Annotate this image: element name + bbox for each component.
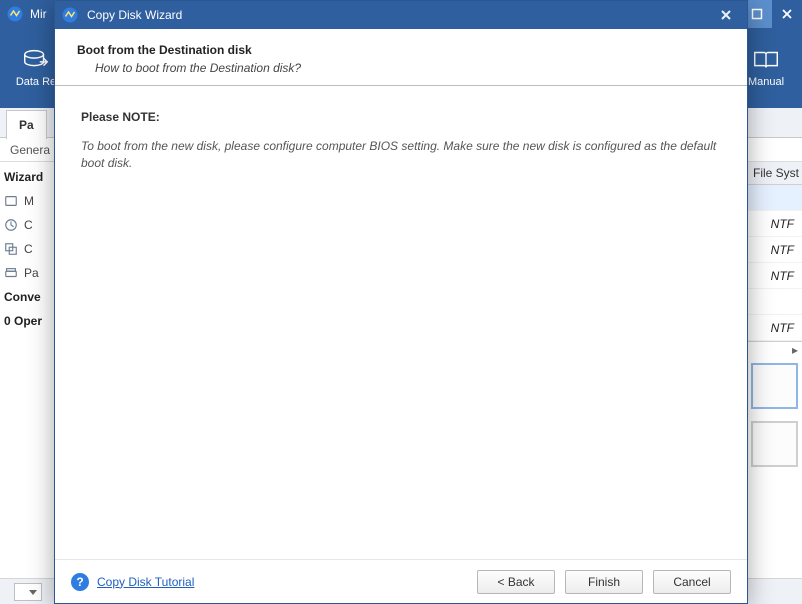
disk-layout-box[interactable] <box>751 421 798 467</box>
disk-layout-box[interactable] <box>751 363 798 409</box>
dialog-body: Please NOTE: To boot from the new disk, … <box>55 86 747 559</box>
table-row[interactable]: NTF <box>747 237 802 263</box>
tab-partition[interactable]: Pa <box>6 110 47 139</box>
statusbar-dropdown[interactable] <box>14 583 42 601</box>
sidebar-item[interactable]: C <box>4 242 51 256</box>
note-heading: Please NOTE: <box>81 110 721 124</box>
table-row[interactable]: NTF <box>747 211 802 237</box>
help-area: ? Copy Disk Tutorial <box>71 573 194 591</box>
sidebar-group-convert: Conve <box>4 290 51 304</box>
cancel-button[interactable]: Cancel <box>653 570 731 594</box>
page-subtitle: How to boot from the Destination disk? <box>77 61 725 75</box>
ribbon-label: Manual <box>748 76 784 88</box>
tutorial-link[interactable]: Copy Disk Tutorial <box>97 575 194 589</box>
right-column: File Syst NTF NTF NTF NTF ▸ <box>746 162 802 604</box>
app-icon <box>6 5 24 23</box>
parent-title: Mir <box>30 7 47 21</box>
sidebar-item[interactable]: Pa <box>4 266 51 280</box>
note-text: To boot from the new disk, please config… <box>81 138 721 173</box>
dialog-close-button[interactable] <box>709 1 743 29</box>
help-icon[interactable]: ? <box>71 573 89 591</box>
sidebar-operations: 0 Oper <box>4 314 51 328</box>
dialog-title: Copy Disk Wizard <box>87 8 182 22</box>
ribbon-label: Data Re <box>16 76 56 88</box>
sidebar: Wizard M C C Pa Conve 0 Oper <box>0 162 56 604</box>
sidebar-group-wizard: Wizard <box>4 170 51 184</box>
dialog-footer: ? Copy Disk Tutorial < Back Finish Cance… <box>55 559 747 603</box>
sidebar-item[interactable]: C <box>4 218 51 232</box>
back-button[interactable]: < Back <box>477 570 555 594</box>
finish-button[interactable]: Finish <box>565 570 643 594</box>
table-row[interactable] <box>747 289 802 315</box>
sidebar-item[interactable]: M <box>4 194 51 208</box>
app-icon <box>61 6 79 24</box>
table-row[interactable]: NTF <box>747 263 802 289</box>
copy-disk-wizard-dialog: Copy Disk Wizard Boot from the Destinati… <box>54 0 748 604</box>
dialog-titlebar[interactable]: Copy Disk Wizard <box>55 1 747 29</box>
scroll-right-icon[interactable]: ▸ <box>747 341 802 357</box>
col-header-filesystem[interactable]: File Syst <box>747 162 802 185</box>
page-title: Boot from the Destination disk <box>77 43 725 57</box>
table-row[interactable]: NTF <box>747 315 802 341</box>
table-row[interactable] <box>747 185 802 211</box>
dialog-header: Boot from the Destination disk How to bo… <box>55 29 747 86</box>
parent-close-button[interactable] <box>772 0 802 28</box>
